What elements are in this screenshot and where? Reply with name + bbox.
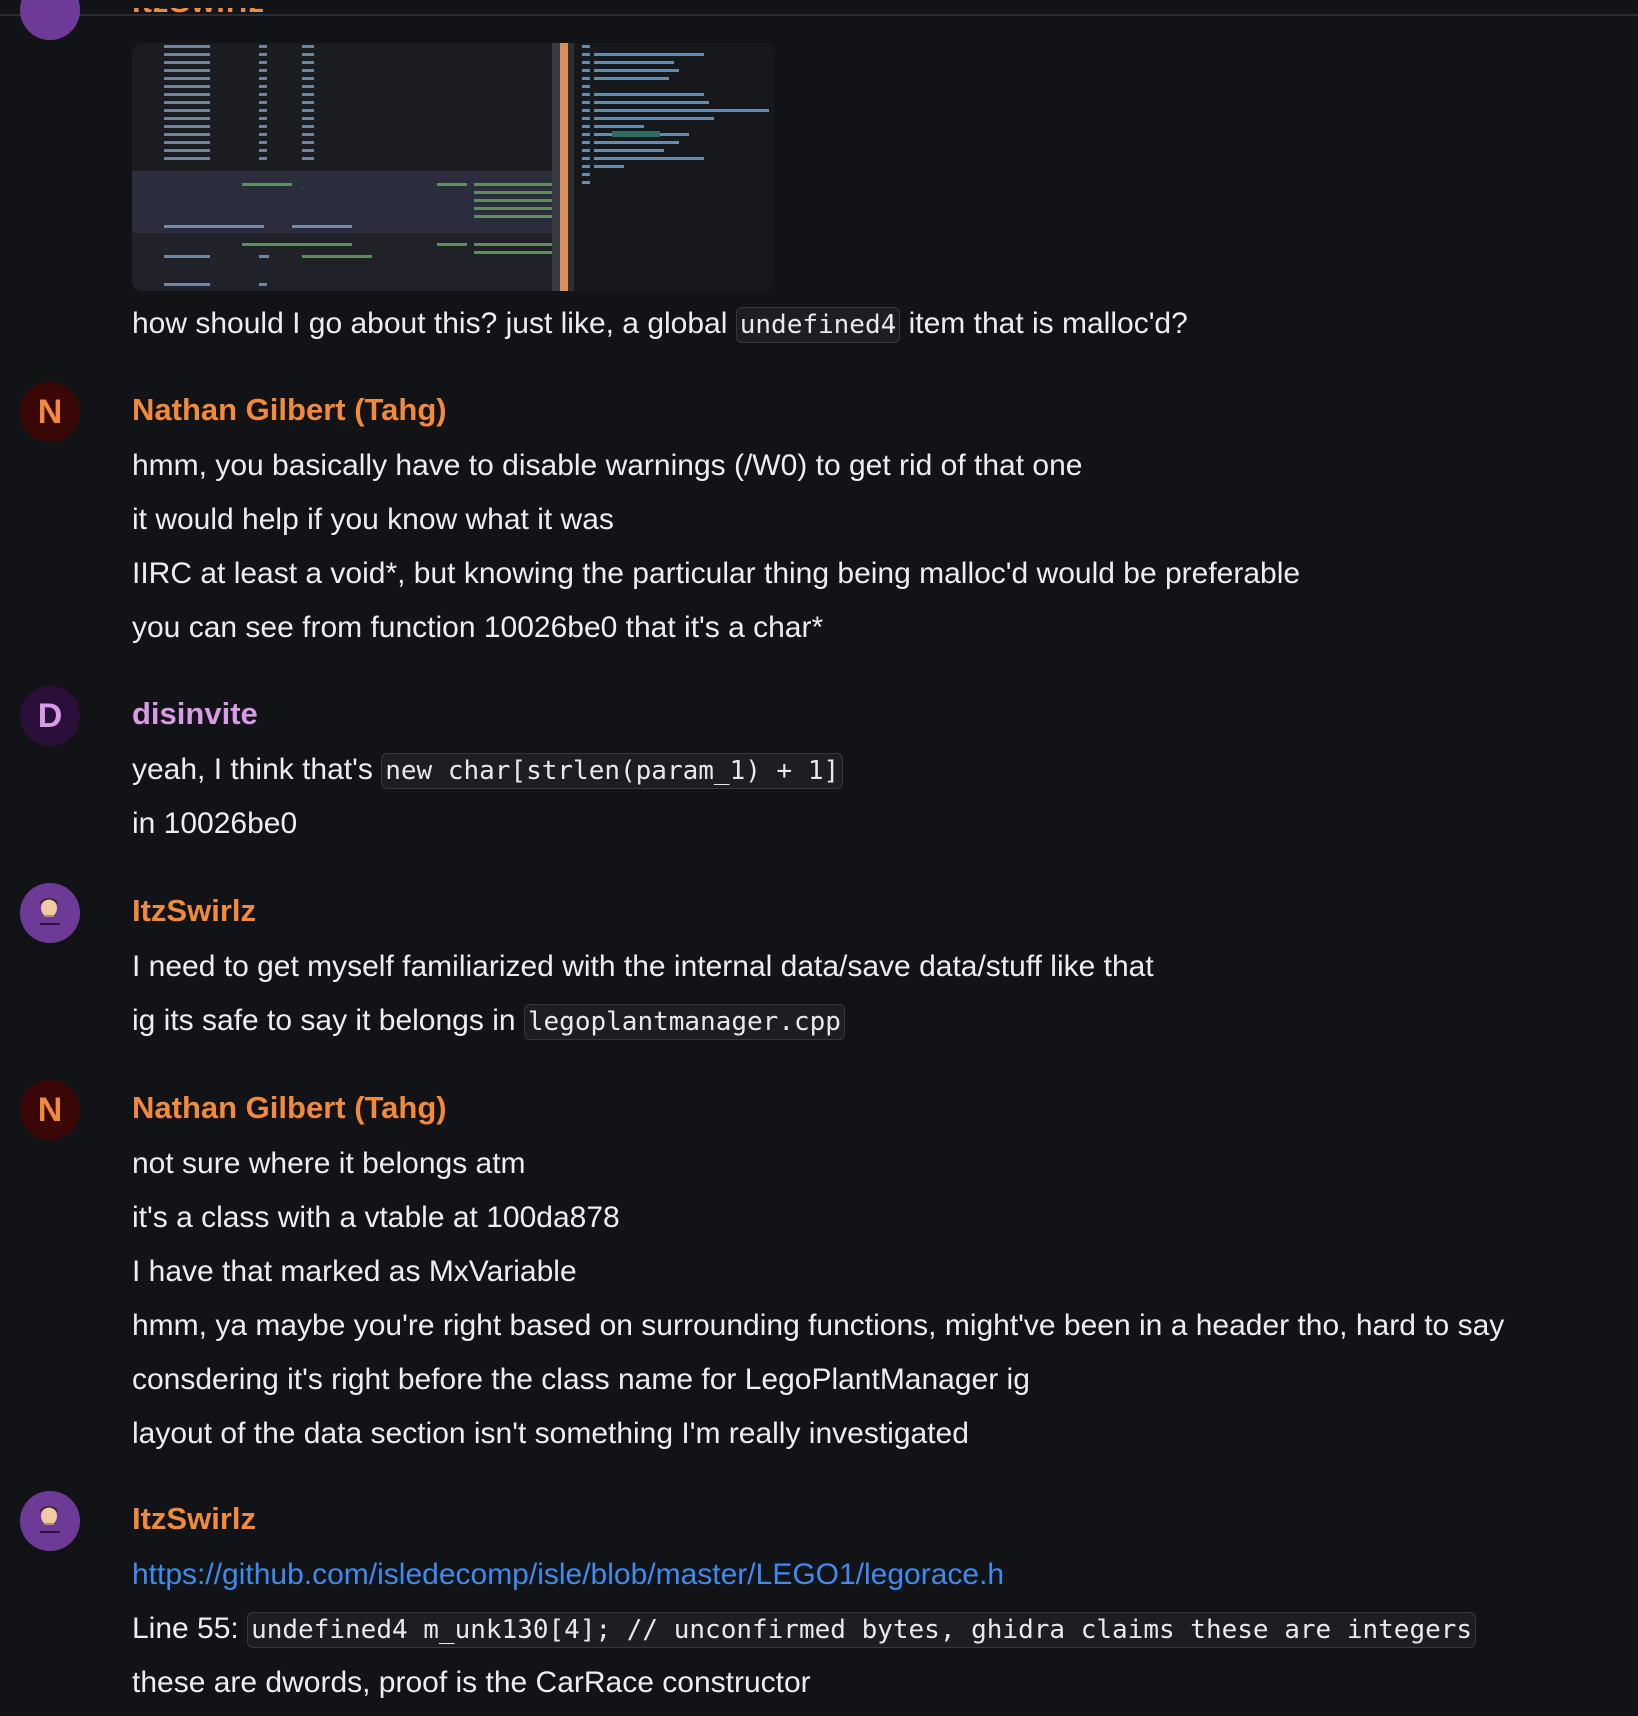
- user-avatar-icon: [20, 883, 80, 943]
- author-name[interactable]: Nathan Gilbert (Tahg): [132, 392, 447, 428]
- message-line: IIRC at least a void*, but knowing the p…: [132, 557, 1301, 590]
- author-name[interactable]: ItzSwirlz: [132, 893, 256, 929]
- message-line: layout of the data section isn't somethi…: [132, 1417, 969, 1450]
- author-name[interactable]: ItzSwirlz: [132, 1501, 256, 1537]
- message-line: not sure where it belongs atm: [132, 1147, 526, 1180]
- message-line: how should I go about this? just like, a…: [132, 304, 1188, 345]
- message-line: yeah, I think that's new char[strlen(par…: [132, 750, 844, 791]
- avatar[interactable]: N: [20, 1080, 80, 1140]
- message-text: yeah, I think that's: [132, 753, 382, 786]
- inline-code: undefined4: [735, 307, 901, 343]
- message-line: I have that marked as MxVariable: [132, 1255, 577, 1288]
- avatar[interactable]: [20, 883, 80, 943]
- decompiler-screenshot-image: [132, 43, 775, 291]
- message-line: these are dwords, proof is the CarRace c…: [132, 1666, 811, 1699]
- message-line: hmm, you basically have to disable warni…: [132, 449, 1083, 482]
- user-avatar-icon: [20, 0, 80, 40]
- message-line: ig its safe to say it belongs in legopla…: [132, 1001, 845, 1042]
- inline-code: legoplantmanager.cpp: [523, 1004, 845, 1040]
- inline-code: undefined4 m_unk130[4]; // unconfirmed b…: [247, 1612, 1477, 1648]
- message-text: Line 55:: [132, 1612, 248, 1645]
- message-line: Line 55: undefined4 m_unk130[4]; // unco…: [132, 1609, 1477, 1650]
- author-name[interactable]: Nathan Gilbert (Tahg): [132, 1090, 447, 1126]
- attached-image[interactable]: [132, 43, 775, 291]
- message-text: ig its safe to say it belongs in: [132, 1004, 524, 1037]
- message-text: how should I go about this? just like, a…: [132, 307, 736, 340]
- message-line: consdering it's right before the class n…: [132, 1363, 1030, 1396]
- message-line: I need to get myself familiarized with t…: [132, 950, 1154, 983]
- message-line: hmm, ya maybe you're right based on surr…: [132, 1309, 1505, 1342]
- user-avatar-icon: [20, 1491, 80, 1551]
- message-text: item that is malloc'd?: [900, 307, 1188, 340]
- message-line: you can see from function 10026be0 that …: [132, 611, 824, 644]
- inline-code: new char[strlen(param_1) + 1]: [381, 753, 844, 789]
- avatar[interactable]: N: [20, 382, 80, 442]
- avatar[interactable]: [20, 0, 80, 40]
- author-name[interactable]: ItzSwirlz: [132, 8, 265, 20]
- avatar[interactable]: [20, 1491, 80, 1551]
- message-line: in 10026be0: [132, 807, 298, 840]
- message-line: it's a class with a vtable at 100da878: [132, 1201, 620, 1234]
- message-line: it would help if you know what it was: [132, 503, 614, 536]
- avatar[interactable]: D: [20, 686, 80, 746]
- github-link[interactable]: https://github.com/isledecomp/isle/blob/…: [132, 1558, 1004, 1591]
- author-name[interactable]: disinvite: [132, 696, 258, 732]
- message-line: https://github.com/isledecomp/isle/blob/…: [132, 1555, 1004, 1595]
